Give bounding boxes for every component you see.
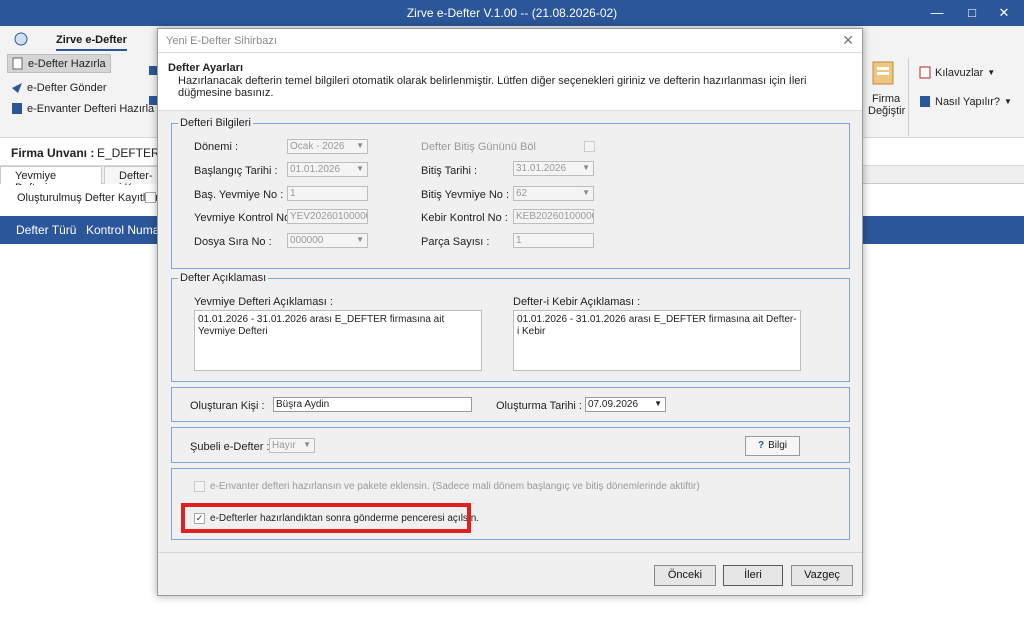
question-icon: ? [757, 440, 765, 451]
kilavuzlar-label: Kılavuzlar [935, 66, 984, 79]
dosya-value: 000000 [290, 235, 324, 246]
ribbon-nasil-yapilir[interactable]: Nasıl Yapılır? ▼ [919, 95, 1012, 108]
dialog-description: Hazırlanacak defterin temel bilgileri ot… [178, 75, 807, 99]
ileri-button[interactable]: İleri [723, 565, 783, 586]
ribbon-tab-zirve[interactable]: Zirve e-Defter [56, 34, 127, 51]
chevron-down-icon: ▼ [582, 188, 590, 197]
ribbon-item-hazirla[interactable]: e-Defter Hazırla [7, 54, 111, 73]
ribbon-divider [908, 58, 909, 136]
bitis-field: 31.01.2026 ▼ [513, 161, 594, 176]
kebir-kontrol-field: KEB202601000001 [513, 209, 594, 224]
ribbon-item-gonder[interactable]: e-Defter Gönder [11, 81, 106, 94]
ribbon-item-label: e-Defter Hazırla [28, 57, 106, 70]
kebir-aciklama-textarea[interactable]: 01.01.2026 - 31.01.2026 arası E_DEFTER f… [513, 310, 801, 371]
tarih-value: 07.09.2026 [588, 399, 639, 410]
envanter-checkbox [194, 481, 205, 492]
help-icon [920, 96, 930, 107]
filter-checkbox[interactable] [145, 192, 156, 203]
subeli-label: Şubeli e-Defter : [190, 441, 270, 453]
chevron-down-icon: ▼ [582, 163, 590, 172]
firma-label-2: Değiştir [868, 105, 906, 117]
parca-label: Parça Sayısı : [421, 236, 490, 248]
firma-value: E_DEFTER [97, 146, 160, 160]
bitis-label: Bitiş Tarihi : [421, 165, 478, 177]
nasil-label: Nasıl Yapılır? [935, 95, 1001, 108]
donemi-value: Ocak - 2026 [290, 141, 345, 152]
parca-field: 1 [513, 233, 594, 248]
chevron-down-icon: ▼ [303, 440, 311, 449]
ribbon-firma-button[interactable]: Firma Değiştir [868, 93, 905, 117]
firma-label: Firma Unvanı : [11, 146, 95, 160]
chevron-down-icon: ▼ [987, 68, 996, 77]
onceki-button[interactable]: Önceki [654, 565, 716, 586]
dialog-footer-divider [158, 552, 862, 553]
bilgi-label: Bilgi [768, 440, 787, 451]
firma-label-1: Firma [872, 93, 901, 105]
bas-yev-label: Baş. Yevmiye No : [194, 189, 284, 201]
bitis-bol-label: Defter Bitiş Gününü Böl [421, 141, 536, 153]
send-icon [12, 83, 22, 93]
chevron-down-icon: ▼ [1004, 97, 1012, 106]
window-title: Zirve e-Defter V.1.00 -- (21.08.2026-02) [406, 6, 618, 20]
ribbon-item-envanter[interactable]: e-Envanter Defteri Hazırla [11, 102, 154, 115]
baslangic-field: 01.01.2026 ▼ [287, 162, 368, 177]
tarih-label: Oluşturma Tarihi : [496, 400, 582, 412]
kebir-kontrol-label: Kebir Kontrol No : [421, 212, 508, 224]
window-titlebar: Zirve e-Defter V.1.00 -- (21.08.2026-02)… [0, 0, 1024, 26]
dosya-label: Dosya Sıra No : [194, 236, 272, 248]
ribbon-item-label: e-Envanter Defteri Hazırla [27, 102, 155, 115]
subeli-select: Hayır ▼ [269, 438, 315, 453]
dialog-title: Yeni E-Defter Sihirbazı [166, 35, 277, 47]
kebir-aciklama-label: Defter-i Kebir Açıklaması : [513, 296, 641, 308]
bitis-bol-checkbox [584, 141, 595, 152]
book-icon [919, 66, 931, 79]
group-legend: Defteri Bilgileri [180, 117, 251, 129]
minimize-button[interactable]: — [921, 0, 953, 26]
baslangic-label: Başlangıç Tarihi : [194, 165, 278, 177]
yev-kontrol-field: YEV202601000001 [287, 209, 368, 224]
bitis-yev-label: Bitiş Yevmiye No : [421, 189, 510, 201]
yev-aciklama-textarea[interactable]: 01.01.2026 - 31.01.2026 arası E_DEFTER f… [194, 310, 482, 371]
subeli-value: Hayır [272, 440, 296, 451]
dialog-header: Defter Ayarları Hazırlanacak defterin te… [158, 53, 862, 111]
document-icon [12, 57, 23, 70]
chevron-down-icon: ▼ [356, 141, 364, 150]
app-menu-icon[interactable] [14, 32, 28, 46]
firma-degistir-icon [872, 61, 894, 85]
tab-kebir[interactable]: Defter-i K [104, 166, 164, 194]
highlight-box [181, 503, 471, 533]
donemi-label: Dönemi : [194, 141, 239, 153]
vazgec-button[interactable]: Vazgeç [791, 565, 853, 586]
grid-col-defter-turu[interactable]: Defter Türü [16, 223, 76, 237]
olusturan-input[interactable]: Büşra Aydin [273, 397, 472, 412]
group-legend: Defter Açıklaması [180, 272, 267, 284]
inventory-icon [12, 103, 22, 114]
tarih-picker[interactable]: 07.09.2026 ▼ [585, 397, 666, 412]
dialog-heading: Defter Ayarları [168, 62, 243, 74]
ribbon-item-label: e-Defter Gönder [27, 81, 107, 94]
olusturan-label: Oluşturan Kişi : [190, 400, 265, 412]
yev-aciklama-label: Yevmiye Defteri Açıklaması : [194, 296, 333, 308]
donemi-select: Ocak - 2026 ▼ [287, 139, 368, 154]
ribbon-kilavuzlar[interactable]: Kılavuzlar ▼ [919, 66, 995, 79]
chevron-down-icon: ▼ [356, 164, 364, 173]
chevron-down-icon: ▼ [654, 399, 662, 408]
maximize-button[interactable]: □ [956, 0, 988, 26]
bitis-yev-value: 62 [516, 188, 528, 199]
tab-yevmiye[interactable]: Yevmiye Defteri [0, 166, 102, 194]
close-icon[interactable]: ✕ [842, 32, 854, 49]
dialog-titlebar: Yeni E-Defter Sihirbazı ✕ [158, 29, 862, 53]
yev-kontrol-label: Yevmiye Kontrol No : [194, 212, 297, 224]
dosya-select: 000000 ▼ [287, 233, 368, 248]
bitis-yev-field: 62 ▼ [513, 186, 594, 201]
close-window-button[interactable]: ✕ [988, 0, 1020, 26]
filter-label: Oluşturulmuş Defter Kayıtları [17, 192, 159, 204]
envanter-label: e-Envanter defteri hazırlansın ve pakete… [210, 481, 700, 492]
chevron-down-icon: ▼ [356, 235, 364, 244]
bitis-value: 31.01.2026 [516, 163, 567, 174]
bas-yev-field: 1 [287, 186, 368, 201]
baslangic-value: 01.01.2026 [290, 164, 341, 175]
bilgi-button[interactable]: ? Bilgi [745, 436, 800, 456]
